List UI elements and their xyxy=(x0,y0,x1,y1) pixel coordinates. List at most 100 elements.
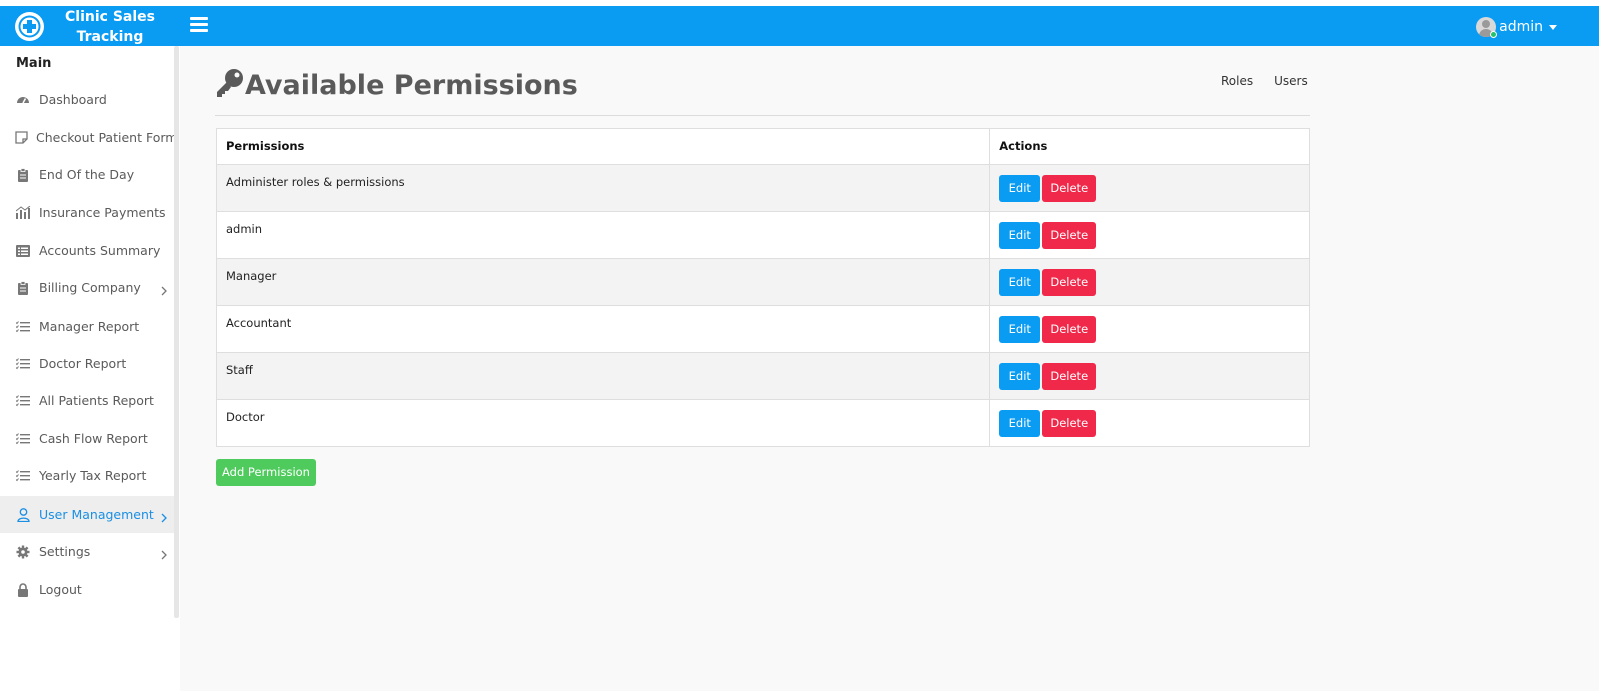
permission-name: Manager xyxy=(215,258,991,306)
avatar xyxy=(1476,17,1498,38)
sidebar-item-checkout-patient-form[interactable]: Checkout Patient Form xyxy=(0,119,178,156)
chevron-right-icon xyxy=(161,281,167,300)
main-content: Available Permissions Roles Users Permis… xyxy=(180,46,1599,691)
edit-button[interactable]: Edit xyxy=(999,269,1041,296)
sidebar-item-billing-company[interactable]: Billing Company xyxy=(0,269,174,306)
lock-icon xyxy=(15,582,31,598)
clipboard-icon xyxy=(15,167,31,183)
roles-link[interactable]: Roles xyxy=(1221,74,1253,88)
table-row: Administer roles & permissions Edit Delet… xyxy=(215,164,1310,212)
user-menu[interactable]: admin xyxy=(1476,15,1557,39)
speedometer-icon xyxy=(15,92,31,108)
sidebar-item-label: End Of the Day xyxy=(39,167,135,182)
delete-button[interactable]: Delete xyxy=(1042,269,1097,296)
sidebar-item-all-patients-report[interactable]: All Patients Report xyxy=(0,382,174,419)
row-actions: Edit Delete xyxy=(989,211,1310,259)
gear-icon xyxy=(15,544,31,560)
permissions-table: Permissions Actions Administer roles & p… xyxy=(215,128,1310,447)
delete-button[interactable]: Delete xyxy=(1042,410,1097,437)
sidebar-item-yearly-tax-report[interactable]: Yearly Tax Report xyxy=(0,457,174,494)
checklist-icon xyxy=(15,356,31,372)
users-link[interactable]: Users xyxy=(1274,74,1308,88)
sidebar-item-label: Settings xyxy=(39,544,91,559)
hamburger-menu-icon[interactable] xyxy=(190,17,208,35)
add-permission-button[interactable]: Add Permission xyxy=(216,459,316,486)
table-row: Manager Edit Delete xyxy=(215,258,1310,306)
note-icon xyxy=(15,130,28,146)
page-header: Available Permissions xyxy=(215,68,578,102)
permission-name: Administer roles & permissions xyxy=(215,164,991,212)
column-header-actions: Actions xyxy=(989,128,1310,165)
online-status-icon xyxy=(1490,31,1498,38)
edit-button[interactable]: Edit xyxy=(999,363,1041,390)
permission-name: Doctor xyxy=(215,399,991,447)
table-row: Accountant Edit Delete xyxy=(215,305,1310,353)
permission-name: Staff xyxy=(215,352,991,400)
sidebar-item-label: Checkout Patient Form xyxy=(36,130,178,145)
sidebar-item-cash-flow-report[interactable]: Cash Flow Report xyxy=(0,420,174,457)
delete-button[interactable]: Delete xyxy=(1042,316,1097,343)
edit-button[interactable]: Edit xyxy=(999,222,1041,249)
key-icon xyxy=(215,68,244,102)
bar-chart-icon xyxy=(15,205,31,221)
sidebar-item-label: Accounts Summary xyxy=(39,243,161,258)
sidebar-item-label: User Management xyxy=(39,507,154,522)
checklist-icon xyxy=(15,319,31,335)
sidebar-item-label: Dashboard xyxy=(39,92,107,107)
table-row: Staff Edit Delete xyxy=(215,352,1310,400)
top-navbar: Clinic Sales Tracking admin xyxy=(0,6,1599,46)
sidebar-item-user-management[interactable]: User Management xyxy=(0,496,174,533)
checklist-icon xyxy=(15,393,31,409)
sidebar-item-dashboard[interactable]: Dashboard xyxy=(0,81,174,118)
checklist-icon xyxy=(15,431,31,447)
permission-name: Accountant xyxy=(215,305,991,353)
sidebar-item-label: Doctor Report xyxy=(39,356,127,371)
table-row: Doctor Edit Delete xyxy=(215,399,1310,447)
sidebar-item-settings[interactable]: Settings xyxy=(0,533,174,570)
sidebar-item-label: Cash Flow Report xyxy=(39,431,148,446)
sidebar-scrollbar[interactable] xyxy=(174,46,179,618)
header-links: Roles Users xyxy=(1221,74,1308,88)
divider xyxy=(215,115,1310,116)
row-actions: Edit Delete xyxy=(989,164,1310,212)
user-name: admin xyxy=(1499,19,1543,35)
sidebar-item-label: Yearly Tax Report xyxy=(39,468,147,483)
sidebar-item-label: Billing Company xyxy=(39,280,141,295)
chevron-right-icon xyxy=(161,545,167,564)
row-actions: Edit Delete xyxy=(989,399,1310,447)
sidebar-item-logout[interactable]: Logout xyxy=(0,571,174,608)
table-row: admin Edit Delete xyxy=(215,211,1310,259)
delete-button[interactable]: Delete xyxy=(1042,363,1097,390)
medical-cross-logo-icon[interactable] xyxy=(15,12,44,41)
chevron-right-icon xyxy=(161,508,167,527)
caret-down-icon xyxy=(1549,24,1557,30)
sidebar-item-accounts-summary[interactable]: Accounts Summary xyxy=(0,232,174,269)
delete-button[interactable]: Delete xyxy=(1042,222,1097,249)
edit-button[interactable]: Edit xyxy=(999,410,1041,437)
brand-name[interactable]: Clinic Sales Tracking xyxy=(58,7,162,47)
sidebar-item-label: Logout xyxy=(39,582,82,597)
delete-button[interactable]: Delete xyxy=(1042,175,1097,202)
sidebar-item-label: Insurance Payments xyxy=(39,205,166,220)
checklist-icon xyxy=(15,468,31,484)
row-actions: Edit Delete xyxy=(989,258,1310,306)
sidebar-item-label: Manager Report xyxy=(39,319,140,334)
clipboard-icon xyxy=(15,280,31,296)
permission-name: admin xyxy=(215,211,991,259)
sidebar-item-doctor-report[interactable]: Doctor Report xyxy=(0,345,174,382)
page-title: Available Permissions xyxy=(245,69,578,101)
sidebar-item-insurance-payments[interactable]: Insurance Payments xyxy=(0,194,174,231)
row-actions: Edit Delete xyxy=(989,305,1310,353)
sidebar: Main Dashboard Checkout Patient Form End… xyxy=(0,46,180,691)
sidebar-item-label: All Patients Report xyxy=(39,393,154,408)
sidebar-heading: Main xyxy=(16,56,52,71)
sidebar-item-manager-report[interactable]: Manager Report xyxy=(0,308,174,345)
edit-button[interactable]: Edit xyxy=(999,175,1041,202)
table-header-row: Permissions Actions xyxy=(215,128,1310,165)
column-header-permissions: Permissions xyxy=(215,128,991,165)
user-icon xyxy=(15,507,31,523)
row-actions: Edit Delete xyxy=(989,352,1310,400)
edit-button[interactable]: Edit xyxy=(999,316,1041,343)
list-alt-icon xyxy=(15,243,31,259)
sidebar-item-end-of-the-day[interactable]: End Of the Day xyxy=(0,156,174,193)
